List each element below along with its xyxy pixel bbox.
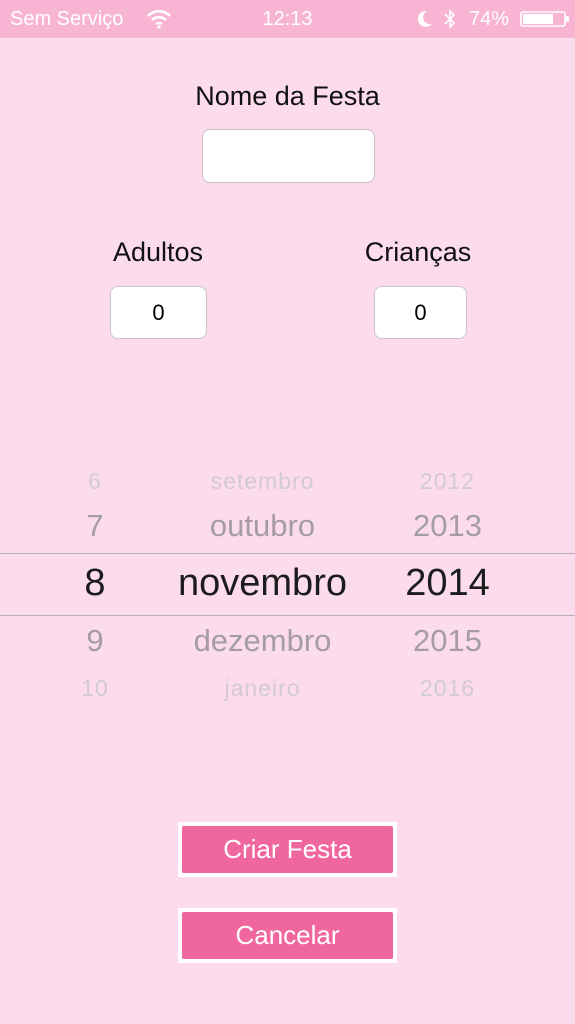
battery-icon [520, 11, 569, 27]
status-bar: Sem Serviço 12:13 74% [0, 0, 575, 38]
picker-month-option[interactable]: janeiro [150, 675, 375, 702]
picker-month-option[interactable]: outubro [150, 508, 375, 544]
picker-selection-top-line [0, 553, 575, 554]
picker-day-option[interactable]: 6 [62, 468, 128, 495]
party-name-input[interactable] [202, 129, 375, 183]
children-input[interactable]: 0 [374, 286, 467, 339]
picker-month-option[interactable]: setembro [150, 468, 375, 495]
picker-day-option[interactable]: 9 [62, 623, 128, 659]
picker-year-selected[interactable]: 2014 [390, 562, 505, 605]
battery-percentage: 74% [469, 8, 510, 30]
picker-day-selected[interactable]: 8 [62, 562, 128, 605]
create-party-button-frame: Criar Festa [178, 822, 397, 877]
create-party-button[interactable]: Criar Festa [182, 826, 393, 873]
picker-day-option[interactable]: 7 [62, 508, 128, 544]
do-not-disturb-moon-icon [417, 10, 432, 27]
picker-month-option[interactable]: dezembro [150, 623, 375, 659]
picker-year-option[interactable]: 2016 [390, 675, 505, 702]
picker-year-option[interactable]: 2015 [390, 623, 505, 659]
picker-month-selected[interactable]: novembro [150, 562, 375, 605]
adults-input[interactable]: 0 [110, 286, 207, 339]
picker-year-option[interactable]: 2012 [390, 468, 505, 495]
cancel-button[interactable]: Cancelar [182, 912, 393, 959]
adults-label: Adultos [112, 237, 204, 267]
picker-year-option[interactable]: 2013 [390, 508, 505, 544]
bluetooth-icon [444, 9, 456, 29]
children-label: Crianças [364, 237, 472, 267]
date-picker[interactable]: 6 setembro 2012 7 outubro 2013 8 novembr… [0, 445, 575, 710]
cancel-button-frame: Cancelar [178, 908, 397, 963]
party-name-label: Nome da Festa [195, 81, 380, 111]
picker-selection-bottom-line [0, 615, 575, 616]
picker-day-option[interactable]: 10 [62, 675, 128, 702]
